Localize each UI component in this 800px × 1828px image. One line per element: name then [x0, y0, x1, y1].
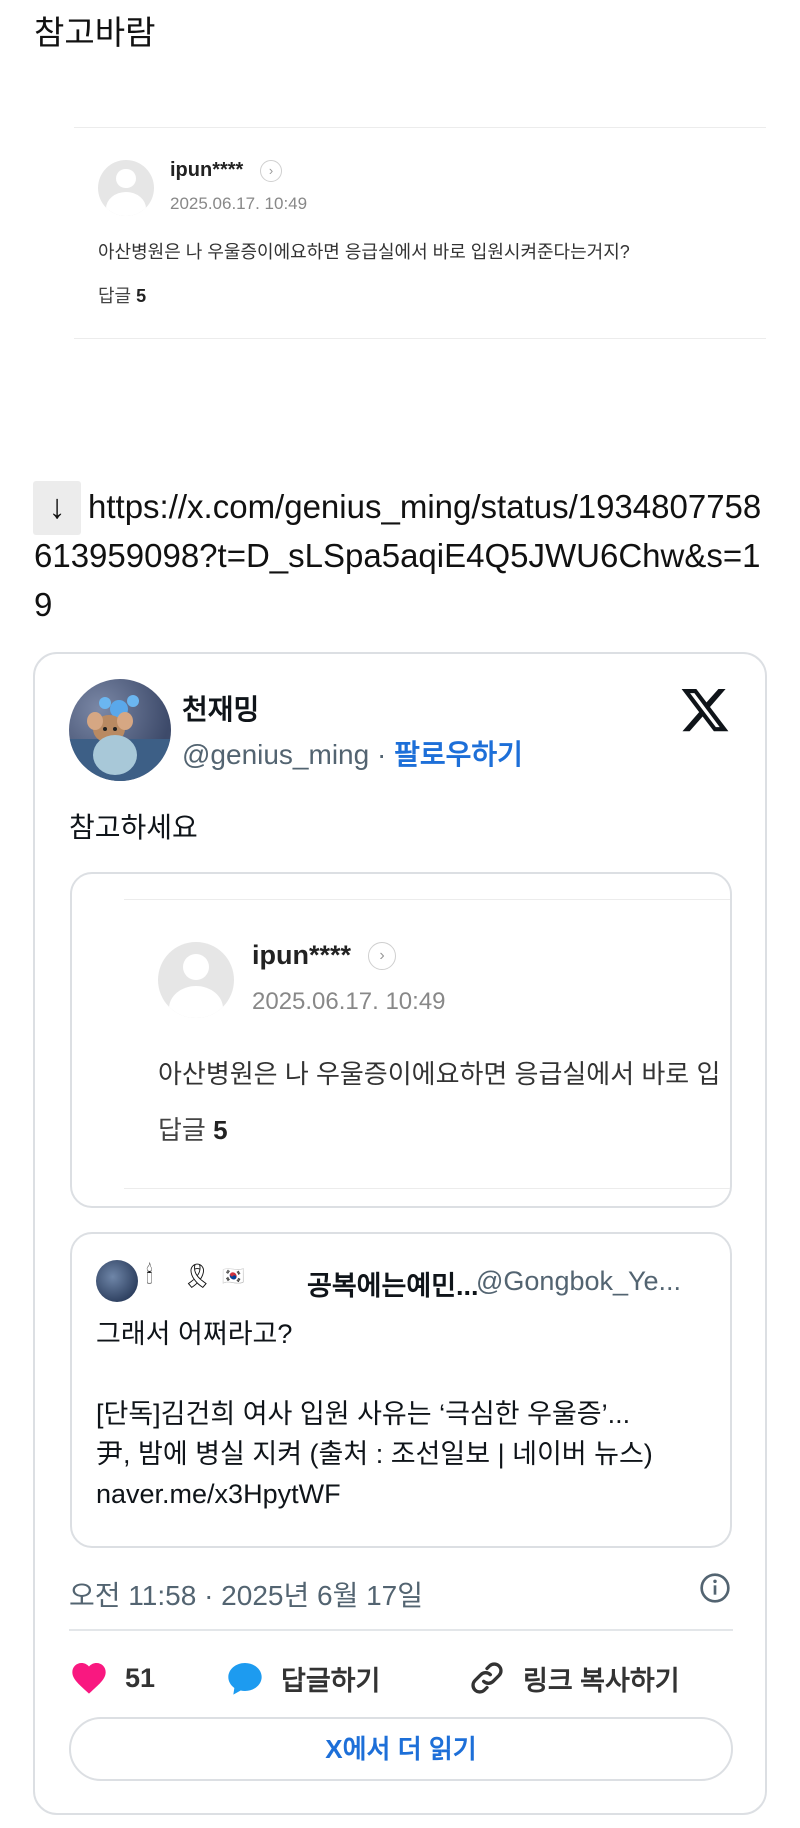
- link-icon: [471, 1662, 503, 1694]
- quoted-line: 尹, 밤에 병실 지켜 (출처 : 조선일보 | 네이버 뉴스): [96, 1439, 653, 1469]
- quoted-author-handle: @Gongbok_Ye...: [476, 1266, 682, 1296]
- like-button[interactable]: 51: [69, 1654, 155, 1702]
- comment-username: ipun****: [170, 159, 244, 181]
- author-handle[interactable]: @genius_ming: [182, 739, 369, 770]
- author-name[interactable]: 천재밍: [182, 688, 259, 728]
- quoted-tweet[interactable]: 🕯 🎗 🇰🇷 공복에는예민... @Gongbok_Ye... 그래서 어쩌라고…: [70, 1232, 732, 1548]
- x-logo-icon[interactable]: [679, 684, 731, 736]
- comment-screenshot: ipun**** › 2025.06.17. 10:49 아산병원은 나 우울증…: [124, 899, 730, 1189]
- divider: [69, 1629, 733, 1631]
- quoted-author-name: 공복에는예민...: [307, 1271, 479, 1301]
- ribbon-emoji: 🎗: [182, 1263, 213, 1290]
- quoted-tweet-text: 그래서 어쩌라고? [단독]김건희 여사 입원 사유는 ‘극심한 우울증’...…: [96, 1314, 716, 1514]
- quoted-line: [96, 1354, 716, 1394]
- reply-button[interactable]: 답글하기: [225, 1654, 380, 1702]
- candle-emoji: 🕯: [146, 1262, 153, 1289]
- attached-image[interactable]: ipun**** › 2025.06.17. 10:49 아산병원은 나 우울증…: [70, 872, 732, 1208]
- follow-button[interactable]: 팔로우하기: [394, 739, 523, 770]
- avatar: [158, 942, 234, 1018]
- copy-link-label: 링크 복사하기: [523, 1665, 680, 1696]
- tweet-text: 참고하세요: [69, 812, 198, 843]
- comment-date: 2025.06.17. 10:49: [252, 988, 446, 1015]
- separator: ·: [376, 739, 387, 770]
- quoted-link[interactable]: naver.me/x3HpytWF: [96, 1474, 716, 1514]
- comment-reply-count: 답글 5: [98, 282, 146, 308]
- read-more-button[interactable]: X에서 더 읽기: [69, 1717, 733, 1781]
- comment-reply-count: 답글 5: [158, 1110, 228, 1147]
- author-handle-row: @genius_ming · 팔로우하기: [182, 733, 523, 773]
- comment-text: 아산병원은 나 우울증이에요하면 응급실에서 바로 입: [158, 1059, 721, 1089]
- chevron-right-icon: ›: [368, 942, 396, 970]
- reply-count: 5: [213, 1115, 228, 1145]
- heart-icon: [72, 1663, 106, 1694]
- chevron-right-icon: ›: [260, 160, 282, 182]
- tweet-embed: 천재밍 @genius_ming · 팔로우하기 참고하세요 ipun**** …: [33, 652, 767, 1815]
- post-title: 참고바람: [34, 14, 156, 51]
- like-count: 51: [125, 1662, 156, 1693]
- tweet-actions: 51 답글하기 링크 복사하기: [69, 1654, 733, 1702]
- avatar-image: [69, 695, 171, 781]
- reply-label: 답글: [98, 286, 132, 306]
- avatar: [96, 1260, 138, 1302]
- comment-screenshot: ipun**** › 2025.06.17. 10:49 아산병원은 나 우울증…: [74, 127, 766, 339]
- reply-label: 답글하기: [281, 1665, 381, 1696]
- speech-bubble-icon: [228, 1663, 262, 1695]
- quoted-line: 그래서 어쩌라고?: [96, 1319, 293, 1349]
- quoted-line: [단독]김건희 여사 입원 사유는 ‘극심한 우울증’...: [96, 1399, 631, 1429]
- comment-username: ipun****: [252, 940, 352, 970]
- comment-text: 아산병원은 나 우울증이에요하면 응급실에서 바로 입원시켜준다는거지?: [98, 242, 630, 262]
- reply-count: 5: [136, 286, 147, 306]
- flag-emoji: 🇰🇷: [222, 1266, 245, 1286]
- tweet-link[interactable]: https://x.com/genius_ming/status/1934807…: [34, 482, 774, 629]
- reply-label: 답글: [158, 1115, 206, 1145]
- copy-link-button[interactable]: 링크 복사하기: [467, 1654, 680, 1702]
- avatar[interactable]: [69, 679, 171, 781]
- avatar: [98, 160, 154, 216]
- tweet-timestamp[interactable]: 오전 11:58 · 2025년 6월 17일: [69, 1574, 423, 1614]
- info-icon[interactable]: [699, 1572, 731, 1604]
- comment-date: 2025.06.17. 10:49: [170, 194, 308, 213]
